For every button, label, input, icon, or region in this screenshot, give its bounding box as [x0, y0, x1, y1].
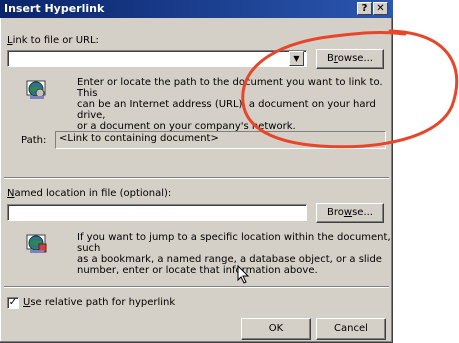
close-icon[interactable]: ✕	[373, 2, 388, 15]
link-help-line: can be an Internet address (URL), a docu…	[77, 99, 376, 121]
hyperlink-globe-icon	[26, 234, 47, 253]
link-url-field[interactable]: ▼	[7, 50, 307, 67]
dialog-title: Insert Hyperlink	[4, 2, 105, 15]
named-help-line: If you want to jump to a specific locati…	[77, 232, 391, 254]
named-help-line: as a bookmark, a named range, a database…	[77, 254, 382, 265]
path-display: <Link to containing document>	[55, 131, 386, 149]
ok-button[interactable]: OK	[241, 318, 311, 340]
section-divider-highlight	[4, 287, 389, 288]
section-divider-highlight	[4, 178, 389, 179]
title-bar[interactable]: Insert Hyperlink ? ✕	[0, 0, 393, 18]
link-help-text: Enter or locate the path to the document…	[77, 77, 392, 132]
browse-location-button[interactable]: Browse...	[316, 203, 384, 223]
named-location-help-text: If you want to jump to a specific locati…	[77, 232, 392, 276]
named-location-label: Named location in file (optional):	[7, 188, 172, 199]
cancel-button[interactable]: Cancel	[316, 318, 386, 340]
help-icon[interactable]: ?	[357, 2, 372, 15]
path-value: <Link to containing document>	[59, 133, 219, 144]
relative-path-checkbox[interactable]: ✓	[7, 297, 19, 309]
dropdown-arrow-icon[interactable]: ▼	[289, 51, 304, 66]
hyperlink-globe-icon	[26, 80, 46, 99]
link-help-line: Enter or locate the path to the document…	[77, 77, 383, 99]
mouse-pointer-icon	[237, 265, 250, 284]
browse-file-button[interactable]: Browse...	[316, 49, 384, 69]
relative-path-label[interactable]: Use relative path for hyperlink	[23, 297, 175, 308]
link-label: Link to file or URL:	[7, 35, 99, 46]
path-label: Path:	[21, 135, 47, 146]
background-window	[394, 0, 459, 343]
screen: Insert Hyperlink ? ✕ Link to file or URL…	[0, 0, 459, 343]
named-help-line: number, enter or locate that information…	[77, 265, 318, 276]
insert-hyperlink-dialog: Insert Hyperlink ? ✕ Link to file or URL…	[0, 0, 393, 343]
named-location-field[interactable]	[7, 204, 307, 221]
